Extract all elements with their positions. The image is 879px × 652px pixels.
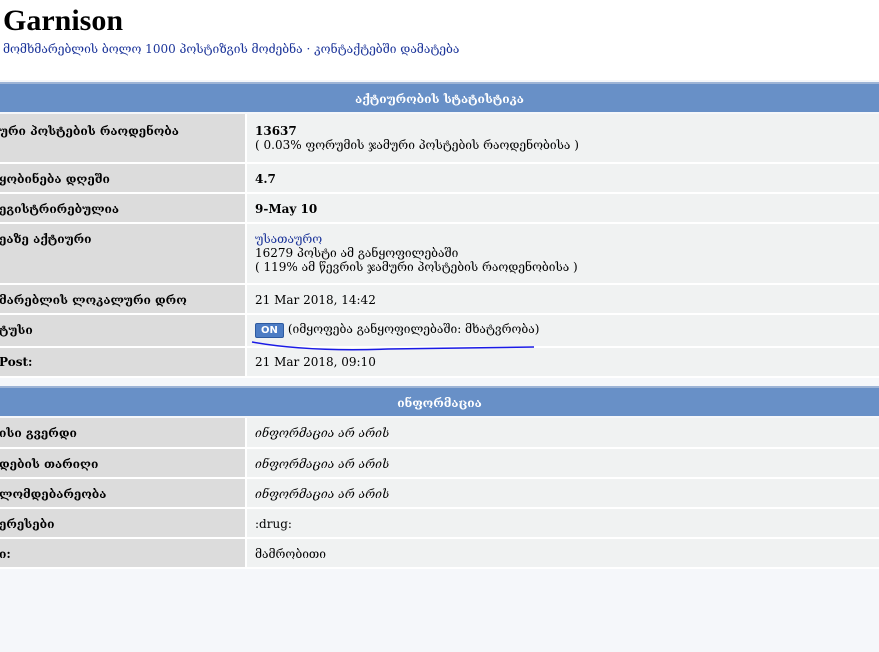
total-posts: 13637: [255, 124, 297, 138]
table-row: ეაზე აქტიური უსათაურო 16279 პოსტი ამ გან…: [0, 223, 879, 285]
blue-underline-annotation: [251, 341, 535, 351]
row-label: დების თარიღი: [0, 448, 247, 479]
posts-per-day: 4.7: [255, 172, 276, 186]
table-row: ი: მამრობითი: [0, 538, 879, 569]
profile-actions: მომხმარებლის ბოლო 1000 პოსტიზგის მოძებნა…: [3, 42, 459, 56]
row-label: Post:: [0, 347, 247, 378]
row-value: ინფორმაცია არ არის: [246, 418, 879, 449]
table-row: ყობინება დღეში 4.7: [0, 163, 879, 194]
current-location: (იმყოფება განყოფილებაში: მხატვრობა): [287, 322, 540, 336]
row-label: ლომდებარეობა: [0, 478, 247, 509]
row-label: ტუსი: [0, 314, 247, 348]
table-row: ეგისტრირებულია 9-May 10: [0, 193, 879, 224]
info-section-header: ინფორმაცია: [0, 386, 879, 416]
row-label: ეგისტრირებულია: [0, 193, 247, 224]
row-value: 9-May 10: [246, 193, 879, 224]
row-label: ყობინება დღეში: [0, 163, 247, 194]
table-row: დების თარიღი ინფორმაცია არ არის: [0, 448, 879, 479]
table-row: მარებლის ლოკალური დრო 21 Mar 2018, 14:42: [0, 284, 879, 315]
last-post-date: 21 Mar 2018, 09:10: [255, 355, 376, 369]
registration-date: 9-May 10: [255, 202, 318, 216]
info-table: ისი გვერდი ინფორმაცია არ არის დების თარი…: [0, 418, 879, 569]
row-label: ი:: [0, 538, 247, 569]
row-value: ინფორმაცია არ არის: [246, 478, 879, 509]
add-to-contacts-link[interactable]: კონტაქტებში დამატება: [314, 42, 459, 56]
page-title: Garnison: [3, 4, 124, 37]
row-label: ერესები: [0, 508, 247, 539]
row-label: მარებლის ლოკალური დრო: [0, 284, 247, 315]
separator: ·: [306, 42, 311, 56]
row-value: 13637 ( 0.03% ფორუმის ჯამური პოსტების რა…: [246, 114, 879, 164]
row-value: უსათაურო 16279 პოსტი ამ განყოფილებაში ( …: [246, 223, 879, 285]
most-active-forum-link[interactable]: უსათაურო: [255, 232, 322, 246]
row-label: ეაზე აქტიური: [0, 223, 247, 285]
online-status-badge: ON: [255, 323, 284, 338]
row-value: :drug:: [246, 508, 879, 539]
row-value: 4.7: [246, 163, 879, 194]
forum-post-count: 16279 პოსტი ამ განყოფილებაში: [255, 246, 459, 260]
row-value: მამრობითი: [246, 538, 879, 569]
row-value: 21 Mar 2018, 14:42: [246, 284, 879, 315]
row-label: ისი გვერდი: [0, 418, 247, 449]
table-row: ლომდებარეობა ინფორმაცია არ არის: [0, 478, 879, 509]
row-value: ინფორმაცია არ არის: [246, 448, 879, 479]
table-row: ისი გვერდი ინფორმაცია არ არის: [0, 418, 879, 449]
posts-percentage: ( 0.03% ფორუმის ჯამური პოსტების რაოდენობ…: [255, 138, 579, 152]
local-time: 21 Mar 2018, 14:42: [255, 293, 376, 307]
stats-section-header: აქტიურობის სტატისტიკა: [0, 82, 879, 112]
find-last-posts-link[interactable]: მომხმარებლის ბოლო 1000 პოსტიზგის მოძებნა: [3, 42, 303, 56]
forum-post-percentage: ( 119% ამ წევრის ჯამური პოსტების რაოდენო…: [255, 260, 578, 274]
row-label: ური პოსტების რაოდენობა: [0, 114, 247, 164]
table-row: ური პოსტების რაოდენობა 13637 ( 0.03% ფორ…: [0, 114, 879, 164]
table-row: ერესები :drug:: [0, 508, 879, 539]
profile-header: Garnison მომხმარებლის ბოლო 1000 პოსტიზგი…: [0, 0, 879, 80]
